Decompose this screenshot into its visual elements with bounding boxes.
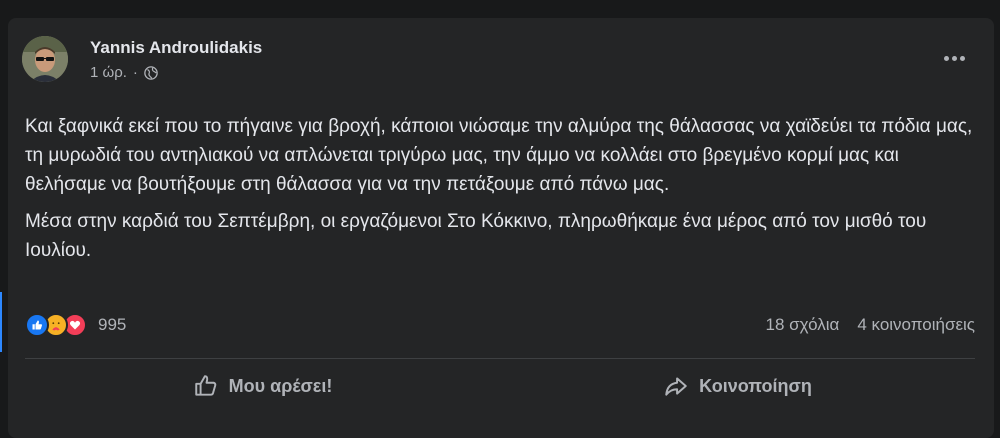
engagement-counts: 18 σχόλια 4 κοινοποιήσεις [766, 315, 975, 335]
author-name[interactable]: Yannis Androulidakis [90, 37, 262, 59]
post-meta: 1 ώρ. · [90, 64, 262, 81]
reactions-bar: 995 18 σχόλια 4 κοινοποιήσεις [25, 310, 975, 340]
share-arrow-icon [665, 377, 687, 396]
author-block: Yannis Androulidakis 1 ώρ. · [90, 37, 262, 81]
more-dot-icon [951, 55, 957, 61]
meta-separator: · [132, 64, 138, 81]
post-timestamp[interactable]: 1 ώρ. [90, 64, 127, 81]
share-button-label: Κοινοποίηση [699, 375, 812, 396]
more-options-button[interactable] [936, 48, 972, 68]
reactions-count[interactable]: 995 [98, 315, 126, 335]
globe-icon[interactable] [144, 65, 158, 80]
left-accent-bar [0, 292, 2, 352]
avatar-photo [22, 36, 68, 82]
post-paragraph: Και ξαφνικά εκεί που το πήγαινε για βροχ… [25, 116, 973, 195]
post-card: Yannis Androulidakis 1 ώρ. · Και ξαφνικά… [8, 18, 994, 438]
comments-count[interactable]: 18 σχόλια [766, 315, 840, 335]
thumbs-up-icon [194, 375, 216, 396]
like-icon [25, 313, 49, 337]
post-body: Και ξαφνικά εκεί που το πήγαινε για βροχ… [25, 112, 980, 273]
post-actions: Μου αρέσει! Κοινοποίηση [25, 364, 975, 408]
share-button[interactable]: Κοινοποίηση [500, 364, 975, 408]
shares-count[interactable]: 4 κοινοποιήσεις [857, 315, 975, 335]
divider [25, 358, 975, 359]
avatar[interactable] [22, 36, 68, 82]
more-dot-icon [943, 55, 949, 61]
more-dot-icon [959, 55, 965, 61]
like-button[interactable]: Μου αρέσει! [25, 364, 500, 408]
post-paragraph: Μέσα στην καρδιά του Σεπτέμβρη, οι εργαζ… [25, 211, 927, 261]
post-header: Yannis Androulidakis 1 ώρ. · [22, 36, 262, 82]
reaction-icons[interactable] [25, 313, 87, 337]
like-button-label: Μου αρέσει! [228, 375, 333, 396]
